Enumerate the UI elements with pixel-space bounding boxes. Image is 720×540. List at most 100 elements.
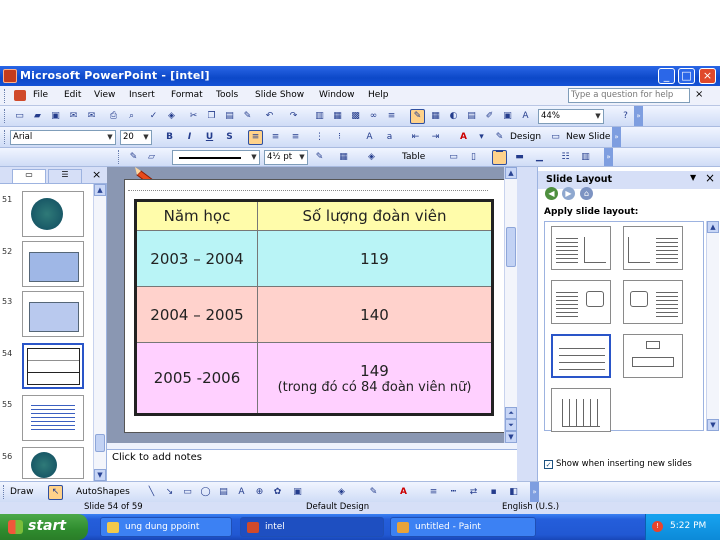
insert-picture-icon[interactable]: ▣ (500, 109, 515, 124)
close-button[interactable]: × (699, 68, 716, 84)
bullets-icon[interactable]: ⁝ (332, 130, 347, 145)
layout-title-table[interactable] (551, 334, 611, 378)
open-icon[interactable]: ▰ (30, 109, 45, 124)
clock[interactable]: 5:22 PM (670, 521, 706, 531)
border-width-select[interactable]: 4½ pt ▼ (264, 150, 308, 165)
research-icon[interactable]: ◈ (164, 109, 179, 124)
oval-icon[interactable]: ◯ (198, 485, 213, 500)
save-icon[interactable]: ▣ (48, 109, 63, 124)
table-menu-button[interactable]: Table (402, 152, 425, 162)
document-icon[interactable] (14, 90, 26, 101)
menu-window[interactable]: Window (319, 90, 355, 100)
cut-icon[interactable]: ✂ (186, 109, 201, 124)
layout-title-text-chart[interactable] (623, 226, 683, 270)
powerpoint-app-icon[interactable] (3, 69, 17, 83)
notes-pane[interactable]: Click to add notes (107, 449, 517, 481)
grid-icon[interactable]: ▦ (428, 109, 443, 124)
menu-format[interactable]: Format (171, 90, 203, 100)
rectangle-icon[interactable]: ▭ (180, 485, 195, 500)
increase-font-icon[interactable]: A (362, 130, 377, 145)
arrow-icon[interactable]: ↘ (162, 485, 177, 500)
insert-hyperlink-icon[interactable]: ∞ (366, 109, 381, 124)
minimize-button[interactable]: _ (658, 68, 675, 84)
slide-thumbnail[interactable] (22, 291, 84, 337)
current-slide[interactable]: Năm học Số lượng đoàn viên 2003 – 2004 1… (124, 179, 507, 433)
layout-title-text-clipart[interactable] (551, 280, 611, 324)
design-button[interactable]: Design (510, 132, 541, 142)
ask-question-input[interactable]: Type a question for help (568, 88, 690, 103)
close-pane-icon[interactable]: × (92, 168, 101, 181)
increase-indent-icon[interactable]: ⇥ (428, 130, 443, 145)
toolbar-gripper[interactable] (4, 130, 7, 144)
draw-menu-button[interactable]: Draw (10, 487, 34, 497)
tab-slides[interactable]: ▭ (12, 169, 46, 183)
slide-thumbnail-current[interactable] (22, 343, 84, 389)
scroll-up-icon[interactable]: ▲ (707, 221, 719, 233)
border-color-icon[interactable]: ✎ (312, 150, 327, 165)
toolbar-gripper[interactable] (3, 485, 6, 499)
align-top-icon[interactable]: ▔ (492, 150, 507, 165)
menu-gripper[interactable] (4, 89, 7, 103)
previous-slide-icon[interactable]: ⏶ (505, 407, 517, 419)
help-icon[interactable]: ? (618, 109, 633, 124)
chevron-down-icon[interactable]: ▼ (690, 173, 696, 182)
home-icon[interactable]: ⌂ (580, 187, 593, 200)
slide-thumbnail[interactable] (22, 241, 84, 287)
new-slide-icon[interactable]: ▭ (548, 130, 563, 145)
color-grayscale-icon[interactable]: ◐ (446, 109, 461, 124)
count-cell[interactable]: 149 (trong đó có 84 đoàn viên nữ) (257, 342, 493, 415)
tables-borders-icon[interactable]: ▩ (348, 109, 363, 124)
security-alert-icon[interactable]: ! (652, 521, 663, 532)
close-task-pane-icon[interactable]: × (705, 171, 715, 185)
print-preview-icon[interactable]: ⌕ (124, 109, 139, 124)
layout-title-diagram[interactable] (623, 334, 683, 378)
design-icon[interactable]: ✎ (492, 130, 507, 145)
start-button[interactable]: start (0, 514, 88, 540)
taskbar-item-paint[interactable]: untitled - Paint (390, 517, 536, 537)
fill-color-icon[interactable]: ◈ (364, 150, 379, 165)
scroll-down-icon[interactable]: ▼ (505, 431, 517, 443)
scroll-thumb[interactable] (95, 434, 105, 452)
permission-icon[interactable]: ✉ (66, 109, 81, 124)
slide-table[interactable]: Năm học Số lượng đoàn viên 2003 – 2004 1… (134, 199, 494, 416)
font-select[interactable]: Arial ▼ (10, 130, 116, 145)
wordart-icon[interactable]: A (234, 485, 249, 500)
align-left-icon[interactable]: ≡ (248, 130, 263, 145)
new-icon[interactable]: ▭ (12, 109, 27, 124)
spelling-icon[interactable]: ✓ (146, 109, 161, 124)
text-box-icon[interactable]: ▤ (216, 485, 231, 500)
count-cell[interactable]: 119 (257, 230, 493, 287)
toolbar-gripper[interactable] (4, 109, 7, 123)
line-icon[interactable]: ╲ (144, 485, 159, 500)
menu-tools[interactable]: Tools (216, 90, 238, 100)
bold-button[interactable]: B (162, 130, 177, 145)
toolbar-options-chevron-icon[interactable]: » (530, 482, 539, 502)
font-size-select[interactable]: 20 ▼ (120, 130, 152, 145)
print-icon[interactable]: ⎙ (106, 109, 121, 124)
fill-color-icon[interactable]: ◈ (334, 485, 349, 500)
menu-slide-show[interactable]: Slide Show (255, 90, 304, 100)
font-color-icon[interactable]: A (396, 485, 411, 500)
show-when-checkbox[interactable]: ✓ (544, 460, 553, 469)
scroll-down-icon[interactable]: ▼ (707, 419, 719, 431)
distribute-rows-icon[interactable]: ☷ (558, 150, 573, 165)
outside-borders-icon[interactable]: ▦ (336, 150, 351, 165)
slide-scrollbar[interactable]: ▲ ⏶ ⏷ ▼ (504, 167, 517, 443)
autoshapes-menu-button[interactable]: AutoShapes (76, 487, 130, 497)
slide-thumbnail[interactable] (22, 191, 84, 237)
slide-thumbnail[interactable] (22, 395, 84, 441)
underline-button[interactable]: U (202, 130, 217, 145)
dash-style-icon[interactable]: ┅ (446, 485, 461, 500)
scroll-up-icon[interactable]: ▲ (505, 167, 517, 179)
new-slide-button[interactable]: New Slide (566, 132, 610, 142)
close-document-icon[interactable]: × (695, 89, 703, 100)
menu-file[interactable]: File (33, 90, 48, 100)
clip-art-icon[interactable]: ✿ (270, 485, 285, 500)
show-when-inserting-option[interactable]: ✓ Show when inserting new slides (544, 459, 692, 469)
italic-button[interactable]: I (182, 130, 197, 145)
insert-chart-icon[interactable]: ▥ (312, 109, 327, 124)
merge-cells-icon[interactable]: ▭ (446, 150, 461, 165)
eraser-icon[interactable]: ▱ (144, 150, 159, 165)
toolbar-options-chevron-icon[interactable]: » (612, 127, 621, 147)
diagram-icon[interactable]: ⊕ (252, 485, 267, 500)
